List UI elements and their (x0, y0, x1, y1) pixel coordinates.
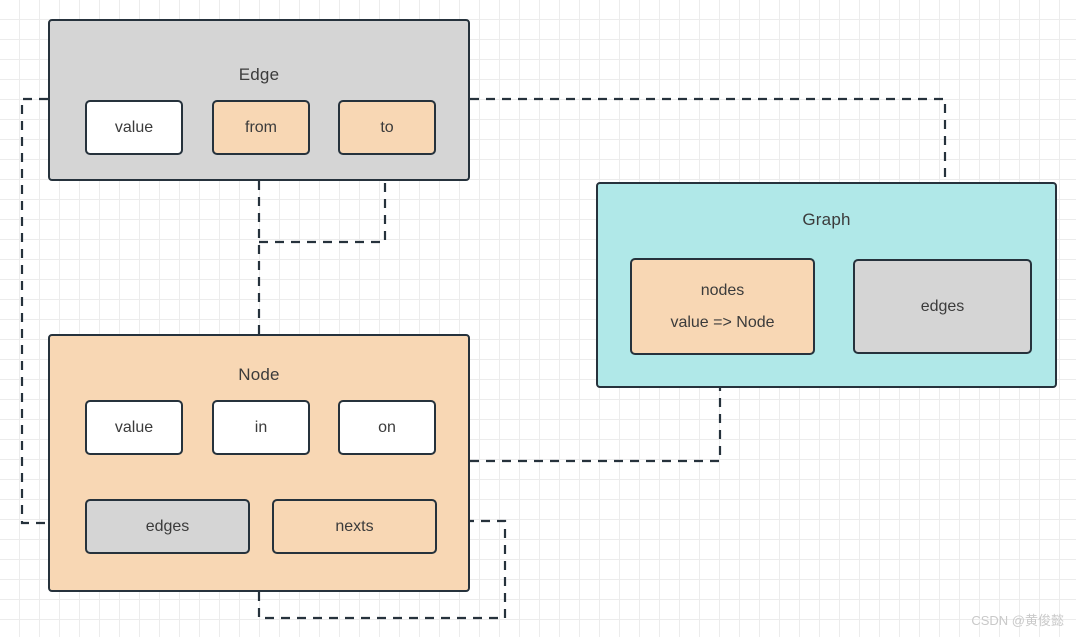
field-node-in[interactable]: in (212, 400, 310, 455)
watermark: CSDN @黄俊懿 (971, 613, 1064, 628)
field-node-nexts[interactable]: nexts (272, 499, 437, 554)
field-edge-to-label: to (380, 118, 394, 136)
field-edge-to[interactable]: to (338, 100, 436, 155)
group-edge-title: Edge (238, 65, 280, 84)
diagram-canvas: Edge value from to Node value in on edge… (0, 0, 1076, 637)
field-graph-nodes[interactable]: nodes value => Node (630, 258, 815, 355)
group-graph[interactable]: Graph nodes value => Node edges (596, 182, 1057, 388)
group-edge[interactable]: Edge value from to (48, 19, 470, 181)
field-edge-from[interactable]: from (212, 100, 310, 155)
field-node-nexts-label: nexts (335, 517, 374, 535)
field-node-in-label: in (254, 418, 268, 436)
group-node[interactable]: Node value in on edges nexts (48, 334, 470, 592)
field-node-value[interactable]: value (85, 400, 183, 455)
field-node-on[interactable]: on (338, 400, 436, 455)
field-graph-edges[interactable]: edges (853, 259, 1032, 354)
field-node-edges-label: edges (145, 517, 190, 535)
field-node-on-label: on (378, 418, 396, 436)
field-edge-value-label: value (114, 118, 154, 136)
field-node-value-label: value (114, 418, 154, 436)
group-node-title: Node (238, 365, 280, 384)
field-edge-from-label: from (245, 118, 277, 136)
field-graph-nodes-label: nodes (700, 281, 745, 299)
field-graph-nodes-sublabel: value => Node (670, 313, 775, 331)
field-node-edges[interactable]: edges (85, 499, 250, 554)
field-edge-value[interactable]: value (85, 100, 183, 155)
group-graph-title: Graph (802, 210, 851, 229)
field-graph-edges-label: edges (920, 297, 965, 315)
